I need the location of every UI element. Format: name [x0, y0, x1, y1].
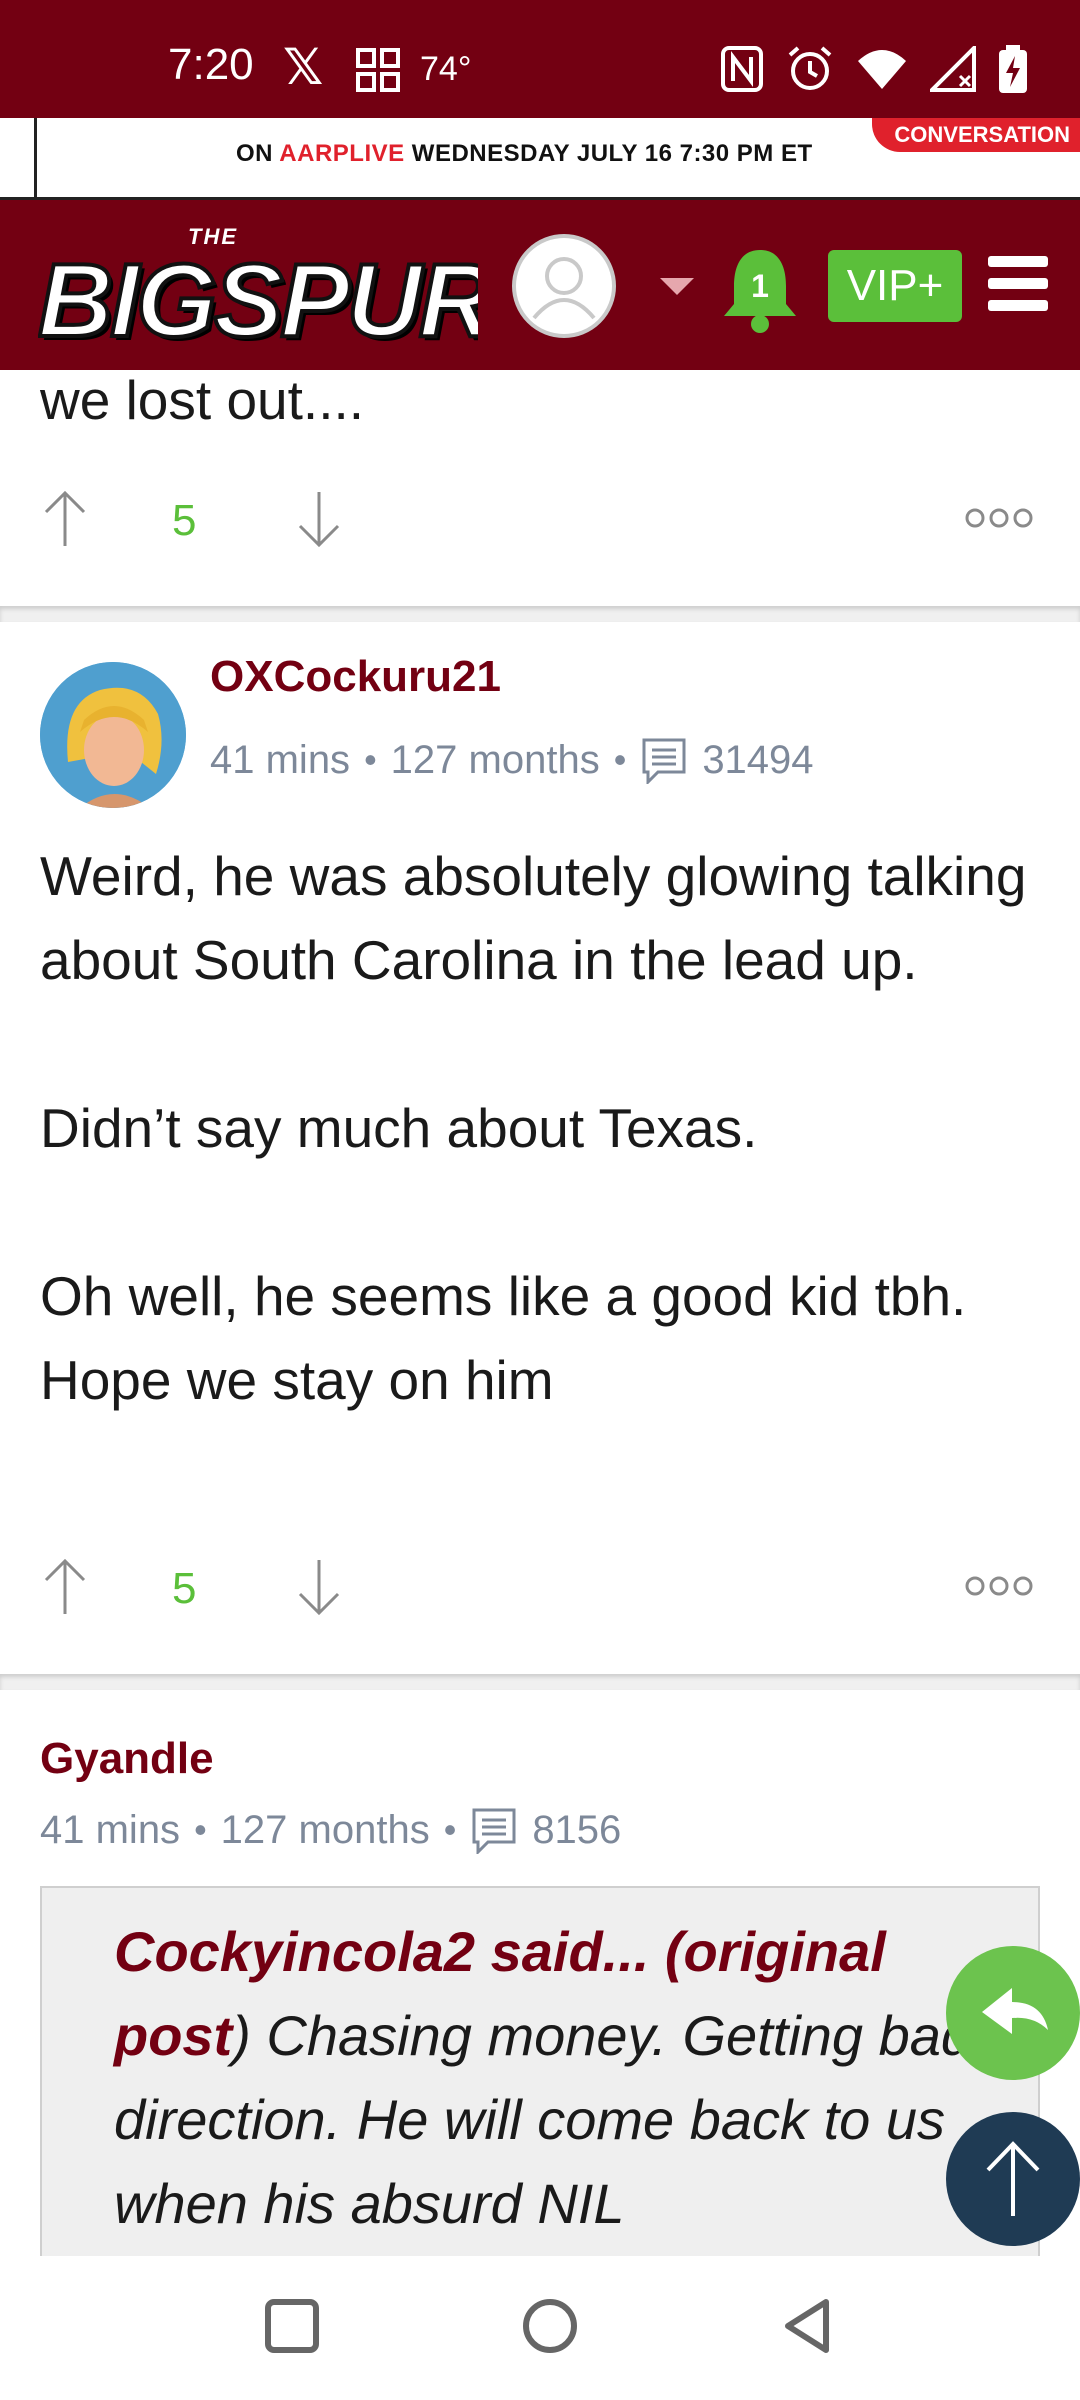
separator-dot: •: [613, 739, 627, 780]
hamburger-menu-icon[interactable]: [988, 256, 1048, 312]
comment-divider: [0, 606, 1080, 622]
status-time: 7:20: [168, 40, 254, 89]
comment-meta: 41 mins • 127 months • 31494: [210, 736, 814, 784]
user-icon: [532, 257, 596, 320]
arrow-up-icon: [986, 2141, 1040, 2216]
status-icons: [720, 42, 1028, 96]
scroll-to-top-button[interactable]: [946, 2112, 1080, 2246]
separator-dot: •: [194, 1809, 207, 1850]
vip-button[interactable]: VIP+: [828, 250, 962, 322]
ad-date: WEDNESDAY JULY 16 7:30 PM ET: [404, 140, 813, 167]
previous-comment-vote-bar: 5: [0, 490, 1080, 570]
logo-main-text: BIGSPUR: [38, 241, 478, 352]
vote-count: 5: [172, 1564, 197, 1613]
x-icon: 𝕏: [283, 39, 324, 95]
upvote-arrow-icon[interactable]: [42, 490, 88, 548]
comment-vote-bar: 5: [0, 1558, 1080, 1638]
ad-text: ON AARPLIVE WEDNESDAY JULY 16 7:30 PM ET: [236, 140, 813, 168]
downvote-arrow-icon[interactable]: [296, 490, 342, 548]
notification-count: 1: [751, 268, 769, 304]
more-options-icon[interactable]: [964, 506, 1034, 530]
reply-arrow-icon: [982, 1988, 1048, 2034]
comment-divider: [0, 1674, 1080, 1690]
ad-brand: AARPLIVE: [279, 140, 405, 167]
notifications-button[interactable]: 1: [720, 246, 800, 336]
battery-charging-icon: [999, 45, 1027, 93]
status-temperature: 74°: [420, 50, 472, 88]
comment-tenure: 127 months: [390, 737, 600, 782]
downvote-arrow-icon[interactable]: [296, 1558, 342, 1616]
upvote-arrow-icon[interactable]: [42, 1558, 88, 1616]
original-post-link[interactable]: (original: [649, 1920, 886, 1983]
comment-paragraph: Didn’t say much about Texas.: [40, 1097, 758, 1159]
ad-banner[interactable]: ON AARPLIVE WEDNESDAY JULY 16 7:30 PM ET…: [0, 118, 1080, 200]
user-profile-button[interactable]: [512, 234, 616, 338]
home-icon[interactable]: [520, 2296, 580, 2356]
ad-badge: CONVERSATION: [872, 118, 1080, 152]
grid-app-icon: [356, 48, 400, 92]
ad-edge: [0, 118, 34, 200]
comment-tenure: 127 months: [220, 1807, 430, 1852]
more-options-icon[interactable]: [964, 1574, 1034, 1598]
signal-icon: [930, 46, 976, 92]
system-nav-bar: [0, 2256, 1080, 2400]
vote-count: 5: [172, 496, 197, 545]
comment-time: 41 mins: [210, 737, 351, 782]
ad-prefix: ON: [236, 140, 280, 167]
comment-username[interactable]: Gyandle: [40, 1734, 214, 1784]
avatar[interactable]: [40, 662, 186, 808]
comment-meta: 41 mins • 127 months • 8156: [40, 1806, 621, 1854]
comment-count-icon: [642, 738, 686, 784]
back-icon[interactable]: [778, 2296, 838, 2356]
nfc-icon: [721, 46, 763, 92]
separator-dot: •: [443, 1809, 457, 1850]
site-header: THE BIGSPUR 1 VIP+: [0, 200, 1080, 370]
quote-author-link[interactable]: Cockyincola2 said...: [114, 1920, 649, 1983]
previous-comment-text: we lost out....: [40, 369, 365, 431]
alarm-icon: [788, 46, 832, 90]
comment-paragraph: Oh well, he seems like a good kid tbh. H…: [40, 1265, 967, 1411]
comment-count-icon: [472, 1808, 516, 1854]
chevron-down-icon[interactable]: [660, 278, 694, 295]
quote-paren: ): [232, 2004, 251, 2067]
recent-apps-icon[interactable]: [262, 2296, 322, 2356]
comment-username[interactable]: OXCockuru21: [210, 652, 501, 702]
separator-dot: •: [364, 739, 377, 780]
original-post-link-end[interactable]: post: [114, 2004, 232, 2067]
post-count: 31494: [702, 737, 814, 782]
site-logo[interactable]: THE BIGSPUR: [38, 222, 478, 352]
reply-button[interactable]: [946, 1946, 1080, 2080]
post-count: 8156: [532, 1807, 622, 1852]
comment-time: 41 mins: [40, 1807, 181, 1852]
comment-body: Weird, he was absolutely glowing talking…: [40, 834, 1040, 1422]
avatar-image: [40, 662, 186, 808]
quote-text: Cockyincola2 said... (original post) Cha…: [114, 1910, 994, 2246]
wifi-icon: [858, 50, 906, 89]
status-bar: 7:20 𝕏 74°: [0, 0, 1080, 118]
comment-paragraph: Weird, he was absolutely glowing talking…: [40, 845, 1027, 991]
quoted-post: Cockyincola2 said... (original post) Cha…: [40, 1886, 1040, 2256]
